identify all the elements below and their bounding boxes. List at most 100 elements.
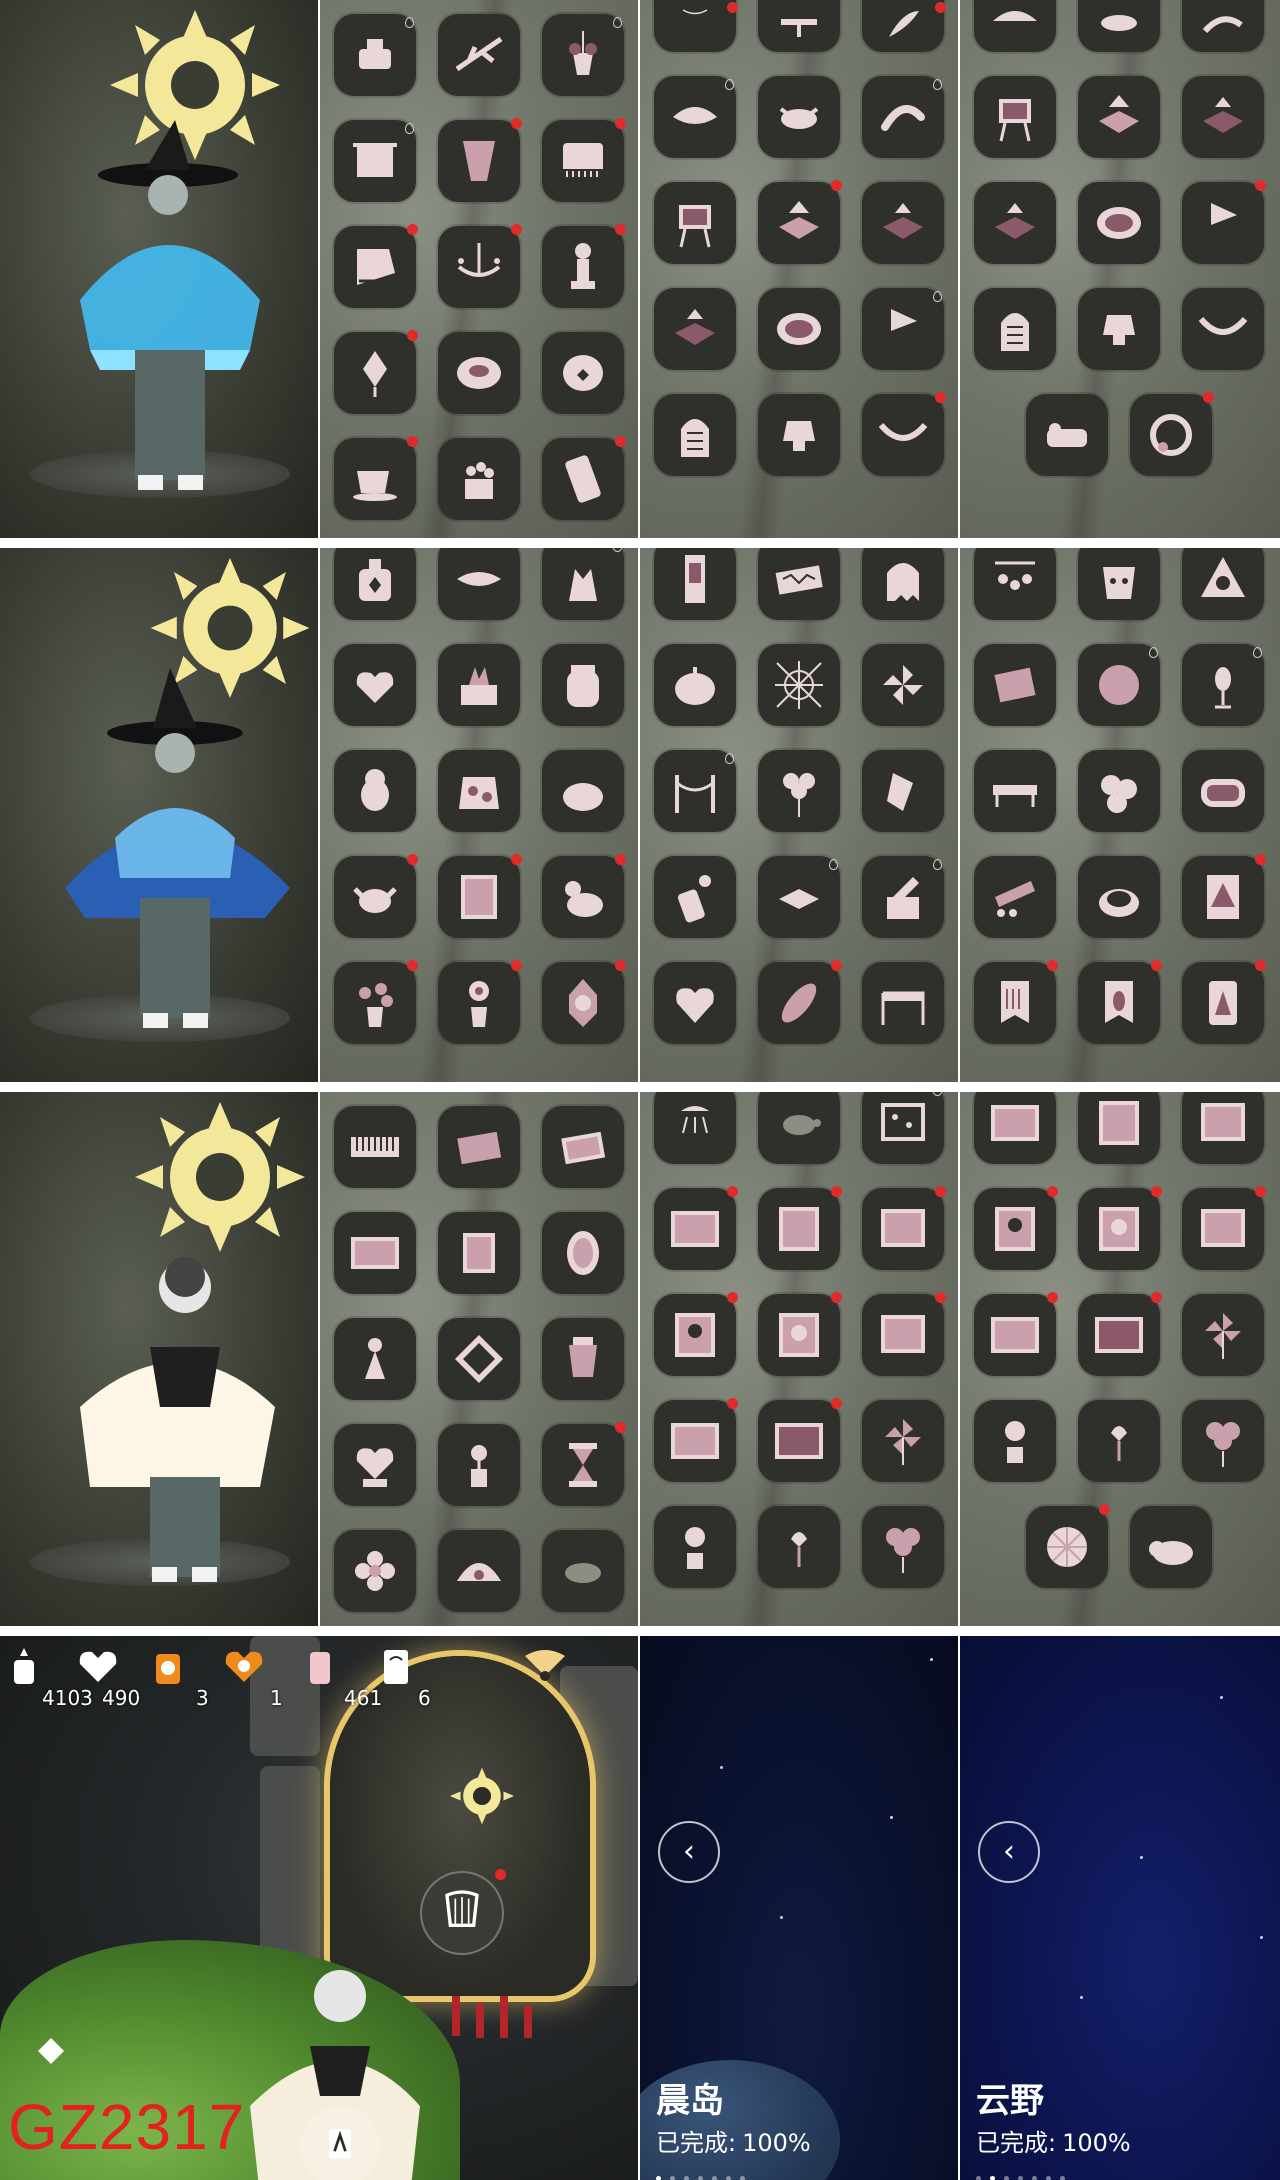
inventory-slot[interactable]	[862, 962, 944, 1044]
inventory-slot[interactable]	[974, 1092, 1056, 1164]
emote-button[interactable]	[300, 2106, 380, 2180]
inventory-slot[interactable]	[862, 0, 946, 52]
inventory-slot[interactable]	[974, 0, 1056, 52]
inventory-slot[interactable]	[758, 1292, 842, 1376]
inventory-slot[interactable]	[438, 14, 520, 96]
inventory-slot[interactable]	[862, 548, 944, 620]
inventory-slot[interactable]	[542, 960, 626, 1044]
inventory-slot[interactable]	[438, 1106, 520, 1188]
inventory-slot[interactable]	[334, 854, 418, 938]
fan-menu-icon[interactable]	[520, 1646, 570, 1686]
inventory-slot[interactable]	[1078, 0, 1160, 52]
inventory-slot[interactable]	[1182, 1092, 1264, 1164]
inventory-slot[interactable]	[1078, 1186, 1162, 1270]
inventory-slot[interactable]	[438, 1318, 520, 1400]
inventory-slot[interactable]	[654, 1186, 738, 1270]
inventory-slot[interactable]	[654, 1506, 736, 1588]
inventory-slot[interactable]	[438, 854, 522, 938]
inventory-slot[interactable]	[654, 394, 736, 476]
inventory-slot[interactable]	[974, 182, 1056, 264]
inventory-slot[interactable]	[1026, 1504, 1110, 1588]
inventory-slot[interactable]	[974, 750, 1056, 832]
inventory-slot[interactable]	[1078, 856, 1160, 938]
inventory-slot[interactable]	[974, 548, 1056, 620]
inventory-slot[interactable]	[334, 14, 416, 96]
inventory-slot[interactable]	[334, 1106, 416, 1188]
inventory-slot[interactable]	[1182, 1294, 1264, 1376]
inventory-slot[interactable]	[758, 288, 840, 370]
inventory-slot[interactable]	[1182, 76, 1264, 158]
inventory-slot[interactable]	[438, 960, 522, 1044]
inventory-slot[interactable]	[1182, 180, 1266, 264]
inventory-slot[interactable]	[862, 392, 946, 476]
inventory-slot[interactable]	[758, 644, 840, 726]
inventory-slot[interactable]	[1182, 1400, 1264, 1482]
inventory-slot[interactable]	[334, 436, 418, 520]
inventory-slot[interactable]	[542, 436, 626, 520]
inventory-slot[interactable]	[654, 1092, 736, 1164]
inventory-slot[interactable]	[542, 1212, 624, 1294]
inventory-slot[interactable]	[862, 1506, 944, 1588]
inventory-slot[interactable]	[1182, 750, 1264, 832]
inventory-slot[interactable]	[862, 182, 944, 264]
inventory-slot[interactable]	[1182, 1186, 1266, 1270]
inventory-slot[interactable]	[542, 1318, 624, 1400]
inventory-slot[interactable]	[654, 182, 736, 264]
inventory-slot[interactable]	[758, 0, 840, 52]
inventory-slot[interactable]	[1182, 288, 1264, 370]
inventory-slot[interactable]	[1182, 548, 1264, 620]
inventory-slot[interactable]	[654, 1398, 738, 1482]
inventory-slot[interactable]	[334, 644, 416, 726]
inventory-slot[interactable]	[438, 1424, 520, 1506]
inventory-slot[interactable]	[1078, 182, 1160, 264]
inventory-slot[interactable]	[334, 1424, 416, 1506]
inventory-slot[interactable]	[862, 856, 944, 938]
inventory-slot[interactable]	[438, 548, 520, 620]
harp-button[interactable]	[420, 1869, 506, 1955]
inventory-slot[interactable]	[334, 750, 416, 832]
inventory-slot[interactable]	[542, 750, 624, 832]
inventory-slot[interactable]	[1078, 76, 1160, 158]
inventory-slot[interactable]	[438, 224, 522, 308]
inventory-slot[interactable]	[862, 1400, 944, 1482]
inventory-slot[interactable]	[654, 750, 736, 832]
inventory-slot[interactable]	[1130, 392, 1214, 476]
inventory-slot[interactable]	[654, 76, 736, 158]
inventory-slot[interactable]	[1078, 960, 1162, 1044]
inventory-slot[interactable]	[438, 118, 522, 202]
inventory-slot[interactable]	[862, 76, 944, 158]
inventory-slot[interactable]	[862, 288, 944, 370]
inventory-slot[interactable]	[758, 960, 842, 1044]
inventory-slot[interactable]	[1078, 1292, 1162, 1376]
inventory-slot[interactable]	[334, 1318, 416, 1400]
inventory-slot[interactable]	[974, 644, 1056, 726]
inventory-slot[interactable]	[1130, 1506, 1212, 1588]
inventory-slot[interactable]	[1078, 1092, 1160, 1164]
inventory-slot[interactable]	[974, 288, 1056, 370]
inventory-slot[interactable]	[438, 750, 520, 832]
inventory-slot[interactable]	[974, 1292, 1058, 1376]
inventory-slot[interactable]	[1078, 548, 1160, 620]
inventory-slot[interactable]	[438, 438, 520, 520]
inventory-slot[interactable]	[438, 332, 520, 414]
inventory-slot[interactable]	[654, 1292, 738, 1376]
inventory-slot[interactable]	[758, 1506, 840, 1588]
inventory-slot[interactable]	[654, 0, 738, 52]
inventory-slot[interactable]	[438, 1530, 520, 1612]
inventory-slot[interactable]	[758, 1092, 840, 1164]
inventory-slot[interactable]	[974, 76, 1056, 158]
inventory-slot[interactable]	[1182, 854, 1266, 938]
inventory-slot[interactable]	[542, 14, 624, 96]
inventory-slot[interactable]	[542, 118, 626, 202]
inventory-slot[interactable]	[974, 856, 1056, 938]
inventory-slot[interactable]	[542, 1422, 626, 1506]
inventory-slot[interactable]	[334, 1530, 416, 1612]
inventory-slot[interactable]	[542, 332, 624, 414]
inventory-slot[interactable]	[542, 644, 624, 726]
inventory-slot[interactable]	[654, 962, 736, 1044]
inventory-slot[interactable]	[542, 1530, 624, 1612]
inventory-slot[interactable]	[758, 1186, 842, 1270]
inventory-slot[interactable]	[1182, 644, 1264, 726]
inventory-slot[interactable]	[974, 960, 1058, 1044]
back-button[interactable]: ‹	[978, 1821, 1040, 1883]
